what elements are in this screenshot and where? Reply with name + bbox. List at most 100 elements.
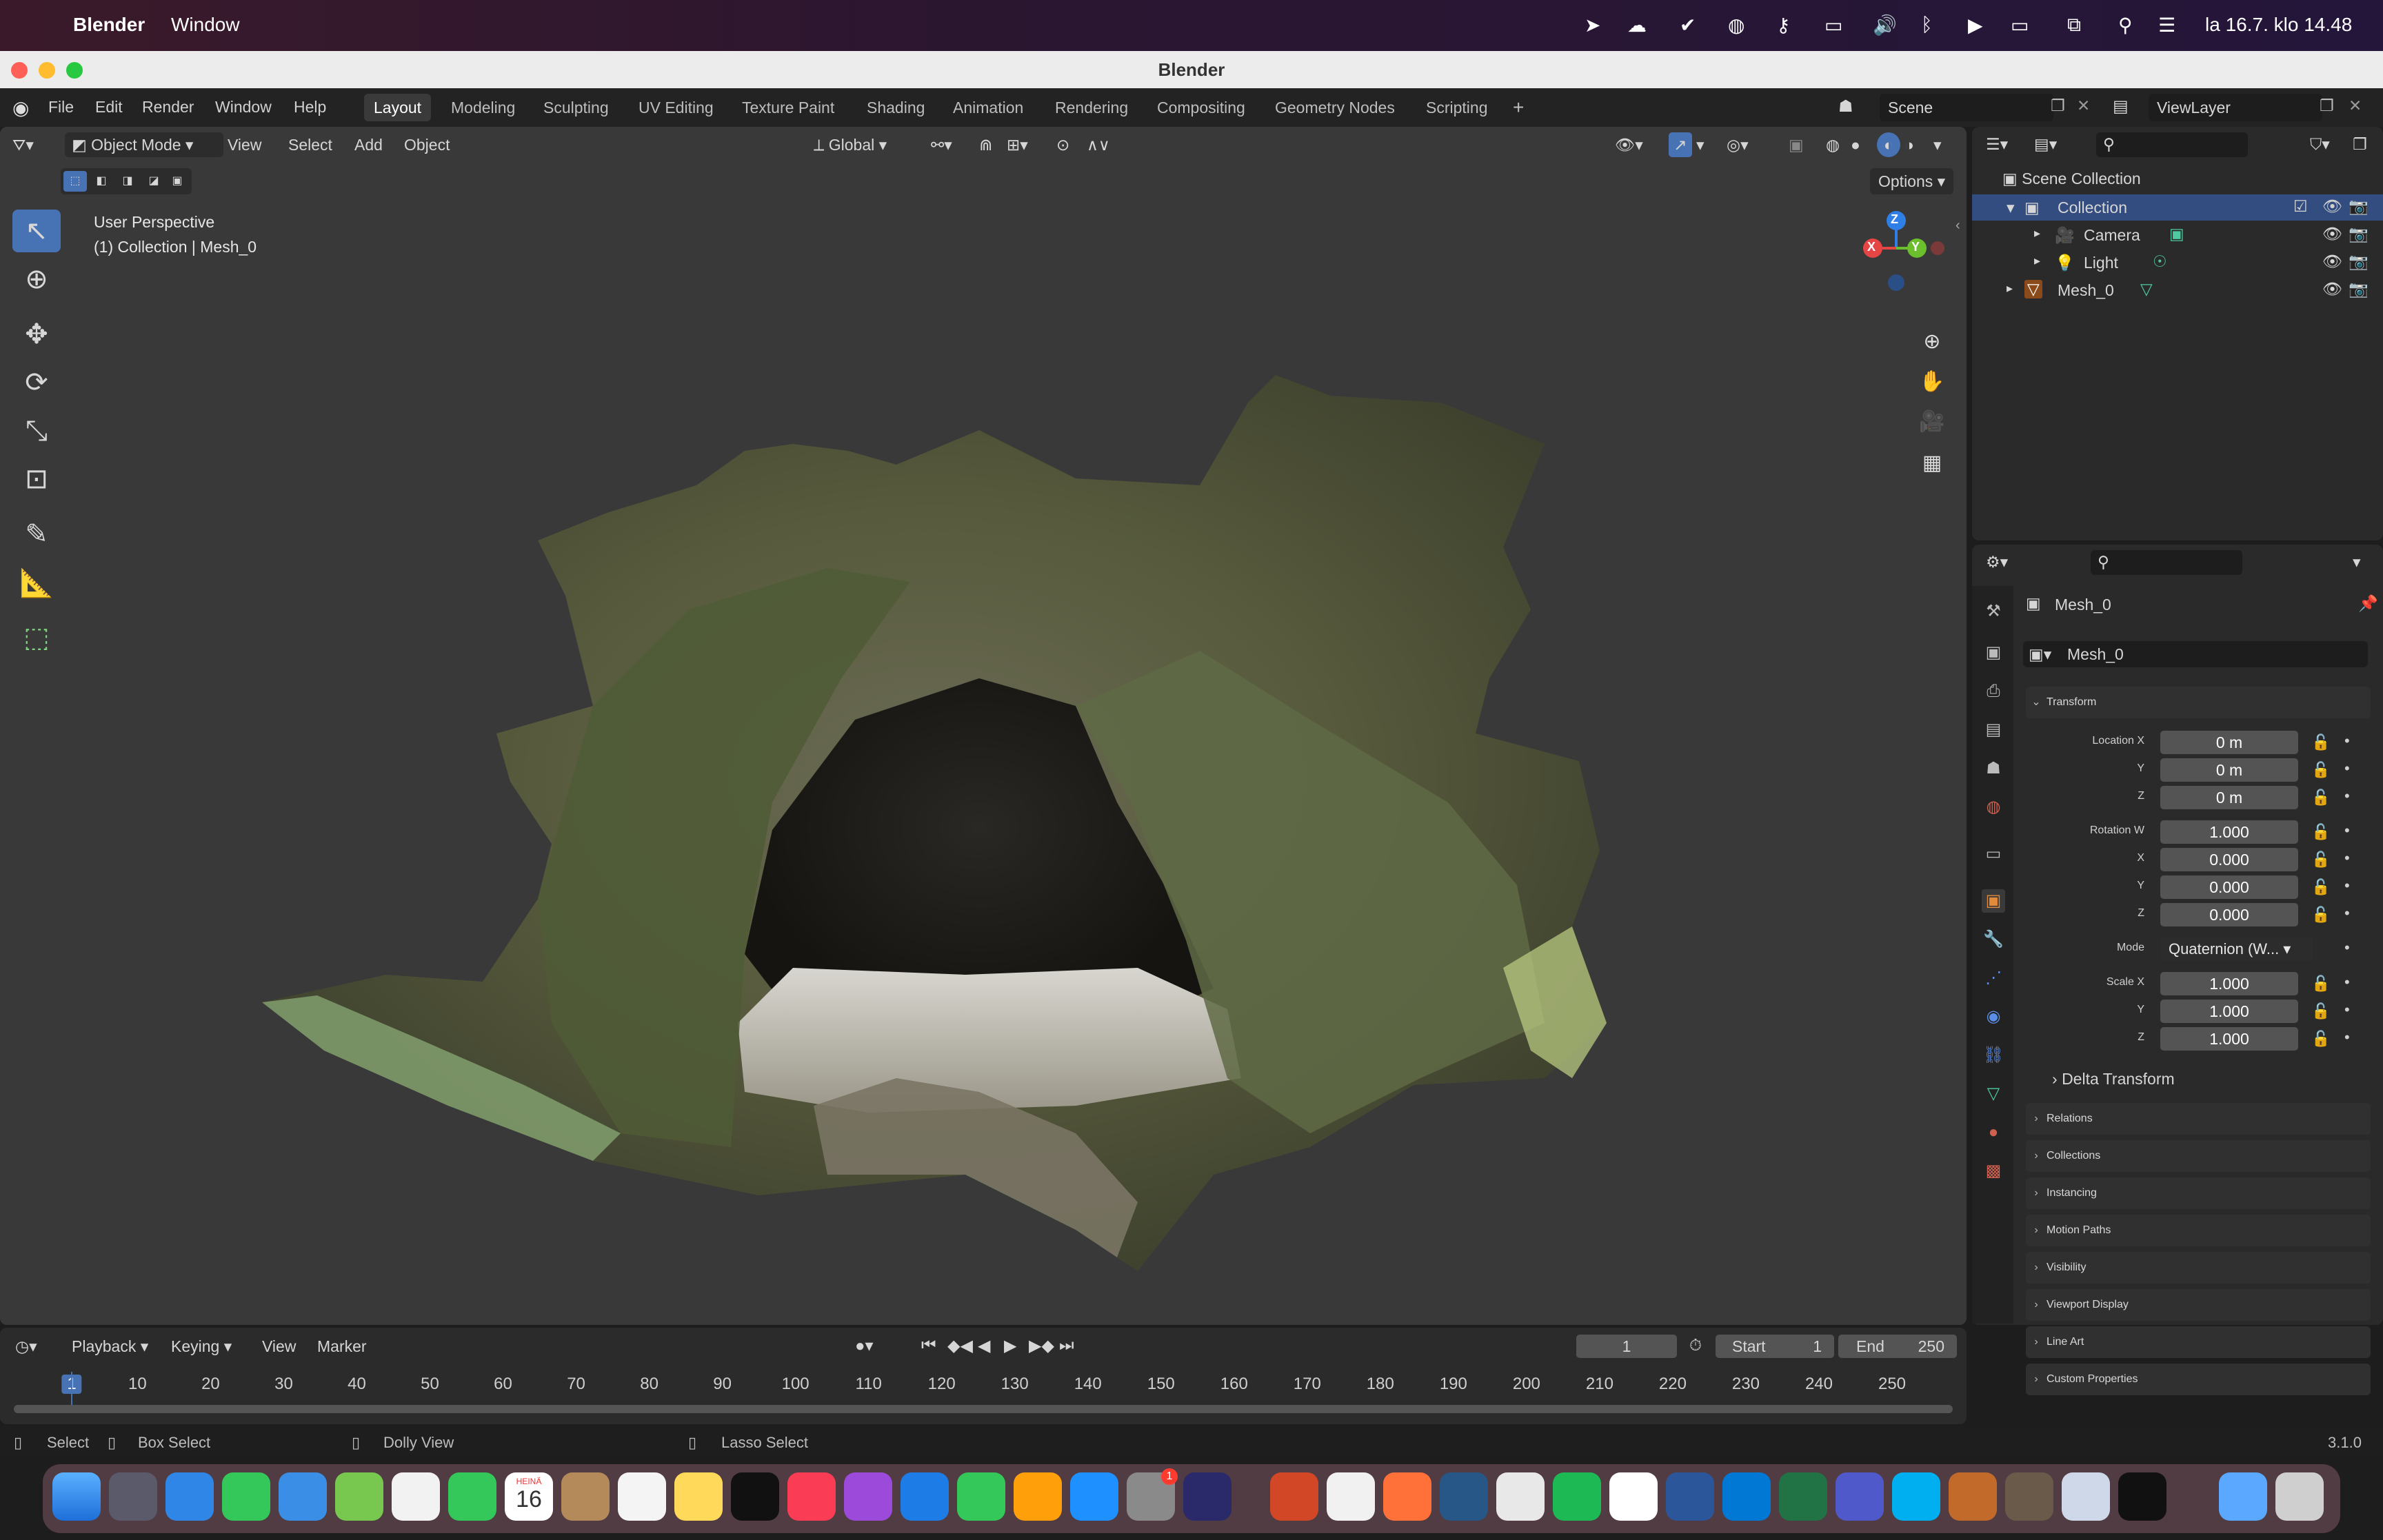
podcasts-icon[interactable]: [844, 1472, 892, 1521]
location-x-field[interactable]: 0 m: [2160, 731, 2298, 754]
filter-icon[interactable]: ⛉▾: [2310, 135, 2330, 154]
camera-eye-icon[interactable]: 👁: [2322, 225, 2342, 243]
end-frame-field[interactable]: End 250: [1838, 1335, 1957, 1358]
viewport-display-panel-header[interactable]: › Viewport Display: [2026, 1289, 2371, 1321]
rotation-z-lock-icon[interactable]: 🔓: [2311, 906, 2330, 924]
mesh-disclosure-icon[interactable]: ▸: [2007, 281, 2013, 296]
location-z-keyframe-icon[interactable]: •: [2344, 787, 2350, 805]
scene-selector[interactable]: Scene: [1880, 94, 2053, 121]
scale-z-keyframe-icon[interactable]: •: [2344, 1029, 2350, 1046]
timeline-view-menu[interactable]: View: [262, 1337, 296, 1356]
checkmark-icon[interactable]: ✔: [1680, 14, 1696, 37]
cloud-icon[interactable]: ☁: [1627, 14, 1647, 37]
tab-shading[interactable]: Shading: [857, 94, 934, 121]
facetime-icon[interactable]: [448, 1472, 496, 1521]
skype-icon[interactable]: [1892, 1472, 1940, 1521]
rotation-z-field[interactable]: 0.000: [2160, 903, 2298, 926]
scene-tab-icon[interactable]: ☗: [1982, 757, 2005, 780]
location-y-keyframe-icon[interactable]: •: [2344, 760, 2350, 778]
light-data-icon[interactable]: ☉: [2153, 252, 2167, 271]
mesh-data-icon[interactable]: ▽: [2140, 280, 2153, 298]
preview-icon[interactable]: [2062, 1472, 2110, 1521]
word-icon[interactable]: [1666, 1472, 1714, 1521]
add-workspace-button[interactable]: +: [1503, 94, 1534, 121]
tab-layout[interactable]: Layout: [364, 94, 432, 121]
new-collection-icon[interactable]: ❐: [2353, 135, 2367, 154]
menu-render[interactable]: Render: [142, 98, 194, 116]
keying-menu[interactable]: Keying ▾: [171, 1337, 232, 1356]
world-tab-icon[interactable]: ◍: [1982, 796, 2005, 819]
scene-icon[interactable]: ☗: [1838, 97, 1853, 116]
calendar-icon[interactable]: HEINÄ 16: [505, 1472, 553, 1521]
jump-start-icon[interactable]: ⏮: [921, 1336, 936, 1355]
camera-render-icon[interactable]: 📷: [2349, 225, 2369, 243]
collection-tab-icon[interactable]: ▭: [1982, 842, 2005, 866]
camera-data-icon[interactable]: ▣: [2169, 225, 2184, 243]
maps-icon[interactable]: [335, 1472, 383, 1521]
pan-hand-icon[interactable]: ✋: [1917, 367, 1947, 397]
texture-tab-icon[interactable]: ▩: [1982, 1159, 2005, 1183]
scale-y-keyframe-icon[interactable]: •: [2344, 1001, 2350, 1019]
view-layer-tab-icon[interactable]: ▤: [1982, 718, 2005, 742]
downloads-folder-icon[interactable]: [2219, 1472, 2267, 1521]
rotation-w-keyframe-icon[interactable]: •: [2344, 822, 2350, 840]
object-datablock-icon[interactable]: ▣▾: [2029, 645, 2051, 664]
display-mode-icon[interactable]: ▤▾: [2034, 135, 2057, 154]
firefox-icon[interactable]: [1383, 1472, 1431, 1521]
navigation-gizmo[interactable]: Z X Y: [1834, 203, 1944, 313]
pages-icon[interactable]: [1014, 1472, 1062, 1521]
mascot-app-icon[interactable]: [1949, 1472, 1997, 1521]
sidebar-toggle-icon[interactable]: ‹: [1955, 218, 1960, 234]
collection-eye-icon[interactable]: 👁: [2322, 197, 2342, 216]
scale-z-field[interactable]: 1.000: [2160, 1027, 2298, 1051]
output-tab-icon[interactable]: ⎙: [1982, 680, 2005, 703]
3d-viewport[interactable]: ⛛▾ ◩ Object Mode ▾ View Select Add Objec…: [0, 127, 1967, 1325]
teams-icon[interactable]: [1836, 1472, 1884, 1521]
constraints-tab-icon[interactable]: ⛓: [1982, 1044, 2005, 1067]
rotation-y-lock-icon[interactable]: 🔓: [2311, 878, 2330, 896]
transform-panel-header[interactable]: ⌄ Transform: [2026, 687, 2371, 718]
playback-menu[interactable]: Playback ▾: [72, 1337, 148, 1356]
app-store-icon[interactable]: [1070, 1472, 1118, 1521]
powerpoint-icon[interactable]: [1270, 1472, 1318, 1521]
menu-file[interactable]: File: [48, 98, 74, 116]
rotation-w-field[interactable]: 1.000: [2160, 820, 2298, 844]
collection-camera-icon[interactable]: 📷: [2349, 197, 2369, 216]
scale-z-lock-icon[interactable]: 🔓: [2311, 1030, 2330, 1048]
motion-paths-panel-header[interactable]: › Motion Paths: [2026, 1215, 2371, 1246]
tab-rendering[interactable]: Rendering: [1045, 94, 1138, 121]
collection-checkbox[interactable]: ☑: [2293, 197, 2308, 216]
control-center-icon[interactable]: ☰: [2158, 14, 2175, 37]
object-name-field[interactable]: ▣▾ Mesh_0: [2023, 641, 2368, 667]
chrome-icon[interactable]: [1327, 1472, 1375, 1521]
outliner-row-camera[interactable]: ▸ 🎥 Camera ▣ 👁 📷: [1972, 222, 2383, 248]
light-eye-icon[interactable]: 👁: [2322, 252, 2342, 271]
mesh-render-icon[interactable]: 📷: [2349, 280, 2369, 298]
rotation-x-field[interactable]: 0.000: [2160, 848, 2298, 871]
scale-y-field[interactable]: 1.000: [2160, 1000, 2298, 1023]
search-icon[interactable]: ⚲: [2118, 14, 2133, 37]
launchpad-icon[interactable]: [109, 1472, 157, 1521]
terminal-icon[interactable]: [2118, 1472, 2166, 1521]
outliner-row-light[interactable]: ▸ 💡 Light ☉ 👁 📷: [1972, 250, 2383, 276]
tool-tab-icon[interactable]: ⚒: [1982, 600, 2005, 623]
play-circle-icon[interactable]: ▶: [1968, 14, 1983, 37]
properties-search-input[interactable]: ⚲: [2091, 550, 2242, 575]
tab-sculpting[interactable]: Sculpting: [534, 94, 619, 121]
blender-dock-icon[interactable]: [1440, 1472, 1488, 1521]
physics-tab-icon[interactable]: ◉: [1982, 1005, 2005, 1029]
spotify-icon[interactable]: [1553, 1472, 1601, 1521]
tab-animation[interactable]: Animation: [943, 94, 1033, 121]
rotation-z-keyframe-icon[interactable]: •: [2344, 904, 2350, 922]
tab-compositing[interactable]: Compositing: [1147, 94, 1255, 121]
outliner-search-input[interactable]: ⚲: [2096, 132, 2248, 157]
globe-icon[interactable]: ◍: [1728, 14, 1744, 37]
excel-icon[interactable]: [1779, 1472, 1827, 1521]
new-scene-icon[interactable]: ❐: [2051, 97, 2065, 115]
modifier-tab-icon[interactable]: 🔧: [1982, 928, 2005, 951]
delta-transform-subpanel[interactable]: › Delta Transform: [2052, 1070, 2175, 1088]
scale-x-keyframe-icon[interactable]: •: [2344, 973, 2350, 991]
slack-icon[interactable]: [1609, 1472, 1658, 1521]
system-preferences-icon[interactable]: 1: [1127, 1468, 1178, 1521]
blender-logo-icon[interactable]: ◉: [12, 97, 29, 119]
